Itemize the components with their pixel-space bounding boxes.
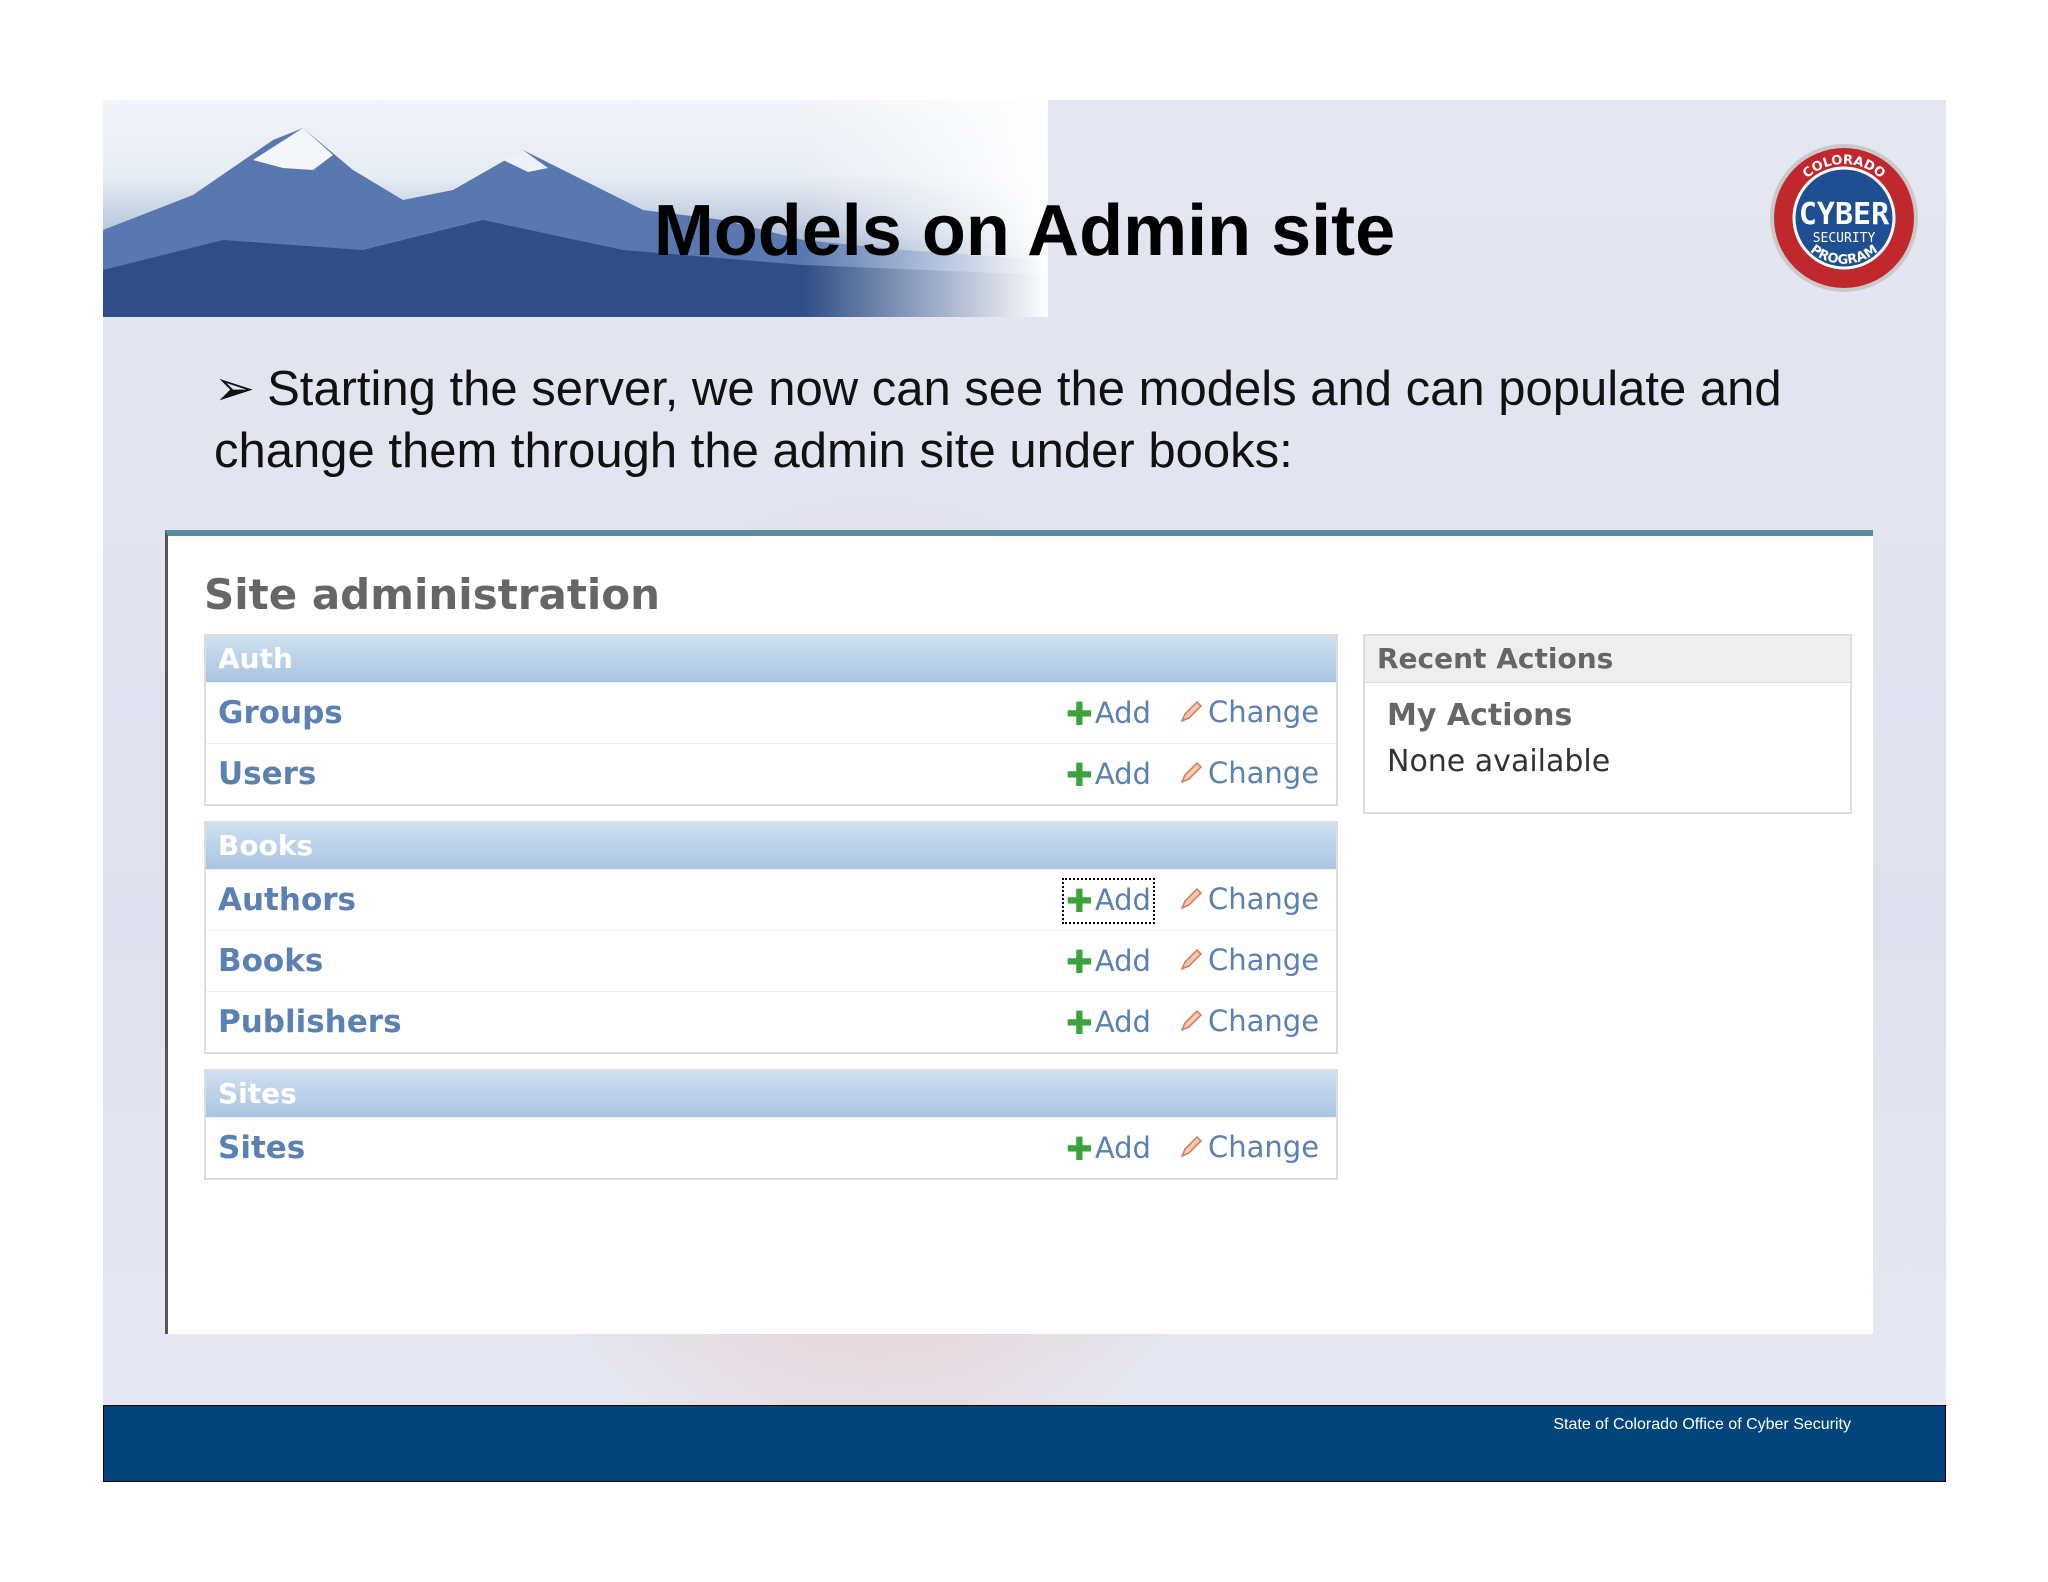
plus-icon: ✚ bbox=[1066, 695, 1093, 733]
model-link-users[interactable]: Users bbox=[218, 756, 316, 792]
change-button[interactable]: Change bbox=[1178, 1130, 1319, 1164]
pencil-icon bbox=[1180, 1009, 1203, 1032]
change-button[interactable]: Change bbox=[1178, 1004, 1319, 1038]
module-header[interactable]: Auth bbox=[206, 636, 1336, 682]
footer-text: State of Colorado Office of Cyber Securi… bbox=[1553, 1416, 1851, 1433]
change-button[interactable]: Change bbox=[1178, 695, 1319, 729]
pencil-icon bbox=[1180, 1135, 1203, 1158]
module-books: Books Authors ✚Add Change Books ✚Add Cha… bbox=[204, 821, 1338, 1054]
pencil-icon bbox=[1180, 761, 1203, 784]
pencil-icon bbox=[1180, 887, 1203, 910]
table-row: Groups ✚Add Change bbox=[206, 682, 1336, 743]
module-header[interactable]: Sites bbox=[206, 1071, 1336, 1117]
pencil-icon bbox=[1180, 700, 1203, 723]
site-admin-title: Site administration bbox=[204, 570, 661, 619]
recent-actions-header: Recent Actions bbox=[1365, 636, 1850, 683]
add-button[interactable]: ✚Add bbox=[1066, 943, 1151, 981]
no-actions-text: None available bbox=[1387, 744, 1611, 779]
table-row: Users ✚Add Change bbox=[206, 743, 1336, 804]
logo-seal-icon: COLORADO PROGRAM CYBER SECURITY bbox=[1770, 144, 1918, 292]
table-row: Publishers ✚Add Change bbox=[206, 991, 1336, 1052]
svg-text:SECURITY: SECURITY bbox=[1813, 231, 1876, 246]
plus-icon: ✚ bbox=[1066, 756, 1093, 794]
table-row: Books ✚Add Change bbox=[206, 930, 1336, 991]
model-link-books[interactable]: Books bbox=[218, 943, 323, 979]
table-row: Authors ✚Add Change bbox=[206, 869, 1336, 930]
add-button[interactable]: ✚Add bbox=[1066, 756, 1151, 794]
bullet-text: Starting the server, we now can see the … bbox=[214, 362, 1782, 478]
svg-text:CYBER: CYBER bbox=[1799, 197, 1890, 232]
change-button[interactable]: Change bbox=[1178, 943, 1319, 977]
recent-actions-panel: Recent Actions My Actions None available bbox=[1363, 634, 1852, 814]
add-button[interactable]: ✚Add bbox=[1066, 1004, 1151, 1042]
cyber-security-logo: COLORADO PROGRAM CYBER SECURITY bbox=[1768, 142, 1920, 294]
change-button[interactable]: Change bbox=[1178, 756, 1319, 790]
model-link-publishers[interactable]: Publishers bbox=[218, 1004, 402, 1040]
arrow-bullet-icon: ➢ bbox=[214, 362, 256, 416]
plus-icon: ✚ bbox=[1066, 1130, 1093, 1168]
table-row: Sites ✚Add Change bbox=[206, 1117, 1336, 1178]
change-button[interactable]: Change bbox=[1178, 882, 1319, 916]
plus-icon: ✚ bbox=[1066, 1004, 1093, 1042]
my-actions-heading: My Actions bbox=[1387, 698, 1573, 733]
add-button[interactable]: ✚Add bbox=[1066, 1130, 1151, 1168]
module-auth: Auth Groups ✚Add Change Users ✚Add Chang… bbox=[204, 634, 1338, 806]
bullet-point: ➢ Starting the server, we now can see the… bbox=[214, 358, 1864, 482]
add-button[interactable]: ✚Add bbox=[1062, 878, 1155, 924]
module-sites: Sites Sites ✚Add Change bbox=[204, 1069, 1338, 1180]
module-header[interactable]: Books bbox=[206, 823, 1336, 869]
model-link-authors[interactable]: Authors bbox=[218, 882, 356, 918]
footer-bar: State of Colorado Office of Cyber Securi… bbox=[103, 1405, 1946, 1482]
model-link-groups[interactable]: Groups bbox=[218, 695, 343, 731]
plus-icon: ✚ bbox=[1066, 943, 1093, 981]
slide-title: Models on Admin site bbox=[653, 191, 1396, 271]
admin-screenshot: Site administration Auth Groups ✚Add Cha… bbox=[165, 530, 1873, 1334]
plus-icon: ✚ bbox=[1066, 882, 1093, 920]
add-button[interactable]: ✚Add bbox=[1066, 695, 1151, 733]
pencil-icon bbox=[1180, 948, 1203, 971]
slide: Models on Admin site COLORADO PROGRAM CY… bbox=[103, 100, 1946, 1482]
model-link-sites[interactable]: Sites bbox=[218, 1130, 305, 1166]
